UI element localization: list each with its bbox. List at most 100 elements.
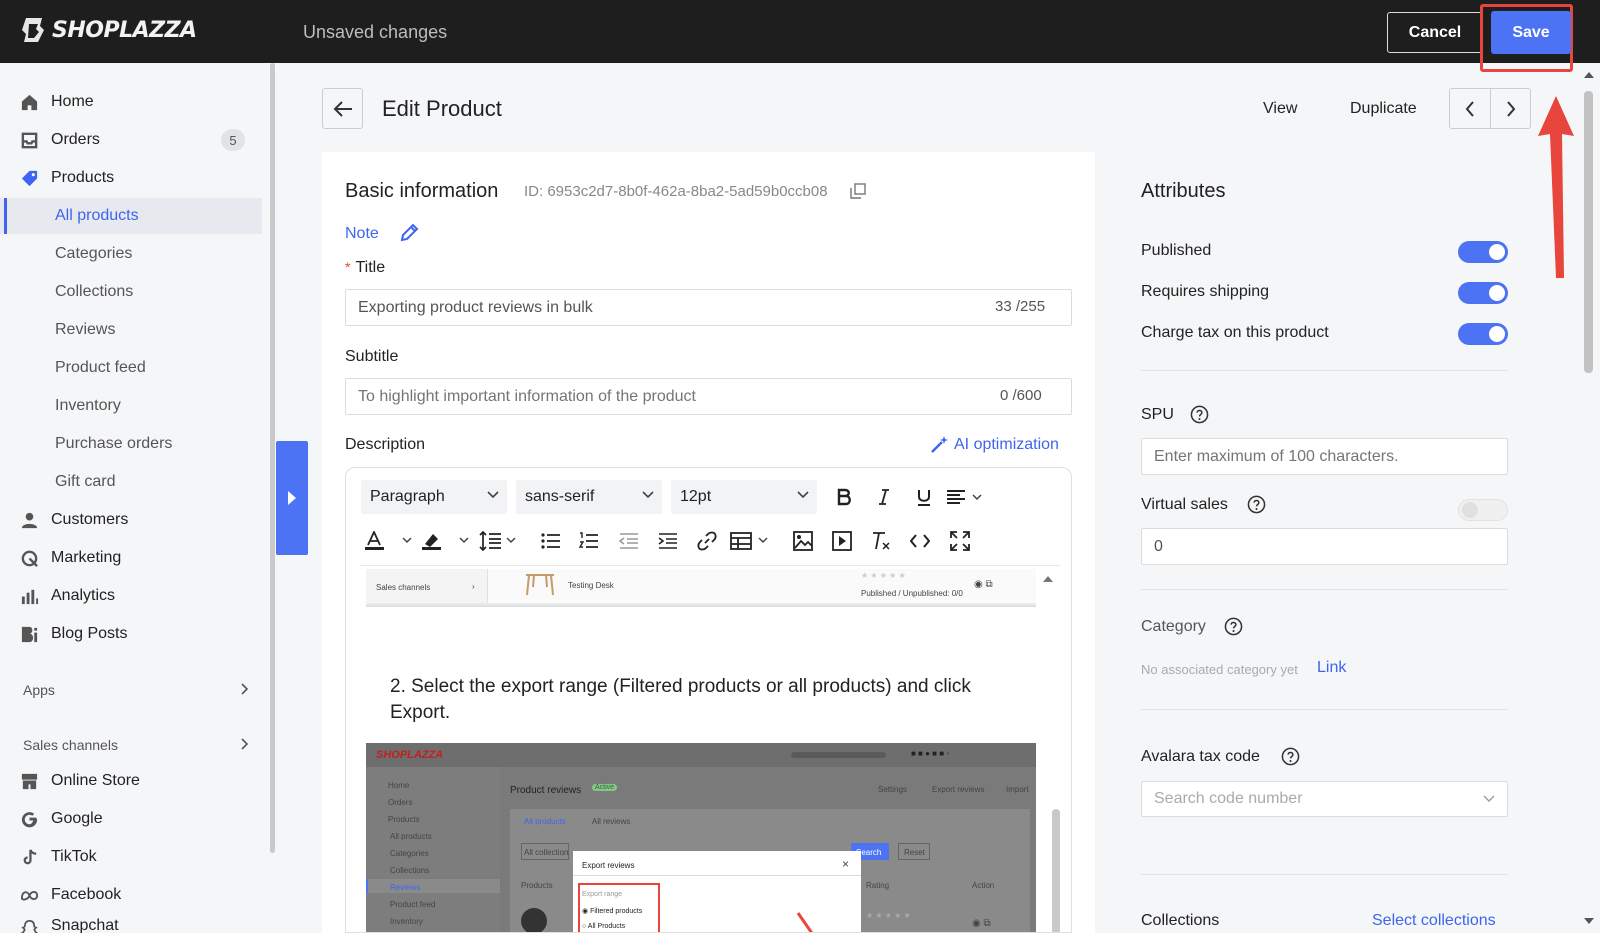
help-circle-icon[interactable]	[1224, 617, 1243, 636]
help-circle-icon[interactable]	[1190, 405, 1209, 424]
page-scrollbar-thumb[interactable]	[1584, 91, 1593, 373]
copy-icon[interactable]	[850, 183, 866, 199]
nav-facebook[interactable]: Facebook	[0, 877, 262, 913]
requires-shipping-toggle[interactable]	[1458, 282, 1508, 304]
charge-tax-toggle[interactable]	[1458, 323, 1508, 345]
virtual-sales-toggle[interactable]	[1458, 499, 1508, 521]
outdent-button[interactable]	[614, 526, 644, 556]
nav-reviews[interactable]: Reviews	[0, 312, 262, 348]
description-editor: Paragraph sans-serif 12pt Sales channels…	[345, 467, 1072, 933]
paragraph-format-select[interactable]: Paragraph	[361, 480, 507, 514]
title-input[interactable]	[345, 289, 1072, 326]
nav-analytics[interactable]: Analytics	[0, 578, 262, 614]
nav-purchase-orders[interactable]: Purchase orders	[0, 426, 262, 462]
mini-option-all: ○ All Products	[582, 923, 626, 930]
nav-home[interactable]: Home	[0, 84, 262, 120]
scroll-down-arrow-icon[interactable]	[1583, 917, 1595, 925]
analytics-icon	[21, 589, 39, 605]
nav-online-store[interactable]: Online Store	[0, 763, 262, 799]
nav-tiktok[interactable]: TikTok	[0, 839, 262, 875]
scroll-up-arrow-icon[interactable]	[1583, 71, 1595, 79]
scroll-up-arrow-icon[interactable]	[1042, 575, 1054, 583]
indent-button[interactable]	[653, 526, 683, 556]
mini-nav-home: Home	[388, 781, 410, 790]
requires-shipping-label: Requires shipping	[1141, 283, 1270, 300]
nav-gift-card[interactable]: Gift card	[0, 464, 262, 500]
nav-orders[interactable]: Orders 5	[0, 122, 262, 158]
mini-row-title: Testing Desk	[568, 581, 614, 590]
editor-scrollbar[interactable]	[1052, 809, 1060, 932]
sidebar-scrollbar[interactable]	[270, 63, 275, 853]
previous-product-button[interactable]	[1450, 89, 1490, 128]
nav-collections[interactable]: Collections	[0, 274, 262, 310]
nav-product-feed[interactable]: Product feed	[0, 350, 262, 386]
top-bar: SHOPLAZZA Unsaved changes	[0, 0, 1600, 63]
virtual-sales-input[interactable]	[1141, 528, 1508, 565]
arrow-left-icon	[333, 100, 352, 117]
nav-all-products[interactable]: All products	[0, 198, 262, 234]
mini-chevron: ›	[472, 582, 475, 591]
insert-image-button[interactable]	[788, 526, 818, 556]
mini-nav-collections: Collections	[390, 866, 430, 875]
orders-icon	[21, 132, 38, 149]
bold-button[interactable]	[829, 482, 859, 512]
nav-inventory[interactable]: Inventory	[0, 388, 262, 424]
apps-chevron-right-icon[interactable]	[238, 683, 250, 695]
published-toggle[interactable]	[1458, 241, 1508, 263]
numbered-list-button[interactable]	[574, 526, 604, 556]
code-view-button[interactable]	[905, 526, 935, 556]
bullet-list-button[interactable]	[536, 526, 566, 556]
spu-input[interactable]	[1141, 438, 1508, 475]
view-button[interactable]: View	[1263, 100, 1297, 118]
text-color-dropdown[interactable]	[364, 526, 416, 556]
sales-channels-chevron-right-icon[interactable]	[238, 738, 250, 750]
page-scrollbar[interactable]	[1578, 63, 1600, 933]
line-height-dropdown[interactable]	[478, 526, 526, 556]
nav-snapchat[interactable]: Snapchat	[0, 915, 262, 933]
help-circle-icon[interactable]	[1247, 495, 1266, 514]
nav-google[interactable]: Google	[0, 801, 262, 837]
mini-col-products: Products	[521, 881, 553, 890]
desk-thumbnail-icon	[526, 574, 554, 596]
tiktok-icon	[23, 849, 37, 865]
sales-channels-section-label[interactable]: Sales channels	[23, 737, 118, 753]
insert-video-button[interactable]	[827, 526, 857, 556]
editor-content-area[interactable]: Sales channels › Testing Desk ★ ★ ★ ★ ★ …	[346, 569, 1071, 932]
mini-option-filtered: ◉ Filtered products	[582, 908, 643, 915]
table-dropdown[interactable]	[730, 526, 774, 556]
next-product-button[interactable]	[1491, 89, 1531, 128]
nav-marketing[interactable]: Marketing	[0, 540, 262, 576]
insert-link-button[interactable]	[692, 526, 722, 556]
highlight-color-dropdown[interactable]	[421, 526, 473, 556]
red-arrow-annotation	[1538, 96, 1574, 278]
home-icon	[21, 94, 38, 111]
help-circle-icon[interactable]	[1281, 747, 1300, 766]
font-size-select[interactable]: 12pt	[671, 480, 817, 514]
apps-section-label[interactable]: Apps	[23, 682, 55, 698]
note-link[interactable]: Note	[345, 225, 379, 243]
font-family-select[interactable]: sans-serif	[516, 480, 662, 514]
clear-formatting-button[interactable]	[866, 526, 896, 556]
align-dropdown[interactable]	[944, 482, 986, 512]
save-button[interactable]: Save	[1491, 11, 1571, 54]
nav-products[interactable]: Products	[0, 160, 262, 196]
snapchat-icon	[20, 920, 39, 933]
avalara-tax-code-select[interactable]: Search code number	[1141, 781, 1508, 817]
category-link[interactable]: Link	[1317, 659, 1346, 677]
cancel-button[interactable]: Cancel	[1387, 12, 1483, 53]
nav-customers[interactable]: Customers	[0, 502, 262, 538]
back-button[interactable]	[322, 88, 363, 129]
pencil-icon[interactable]	[399, 223, 419, 243]
italic-button[interactable]	[869, 482, 899, 512]
ai-optimization-button[interactable]: AI optimization	[930, 435, 1059, 454]
subtitle-input[interactable]	[345, 378, 1072, 415]
underline-button[interactable]	[909, 482, 939, 512]
duplicate-button[interactable]: Duplicate	[1350, 100, 1417, 118]
fullscreen-button[interactable]	[945, 526, 975, 556]
sidebar-collapse-toggle[interactable]	[276, 441, 308, 555]
nav-categories[interactable]: Categories	[0, 236, 262, 272]
mini-col-rating: Rating	[866, 881, 890, 890]
mini-reset-text: Reset	[904, 848, 925, 857]
select-collections-link[interactable]: Select collections	[1372, 912, 1496, 930]
nav-blog-posts[interactable]: Blog Posts	[0, 616, 262, 652]
